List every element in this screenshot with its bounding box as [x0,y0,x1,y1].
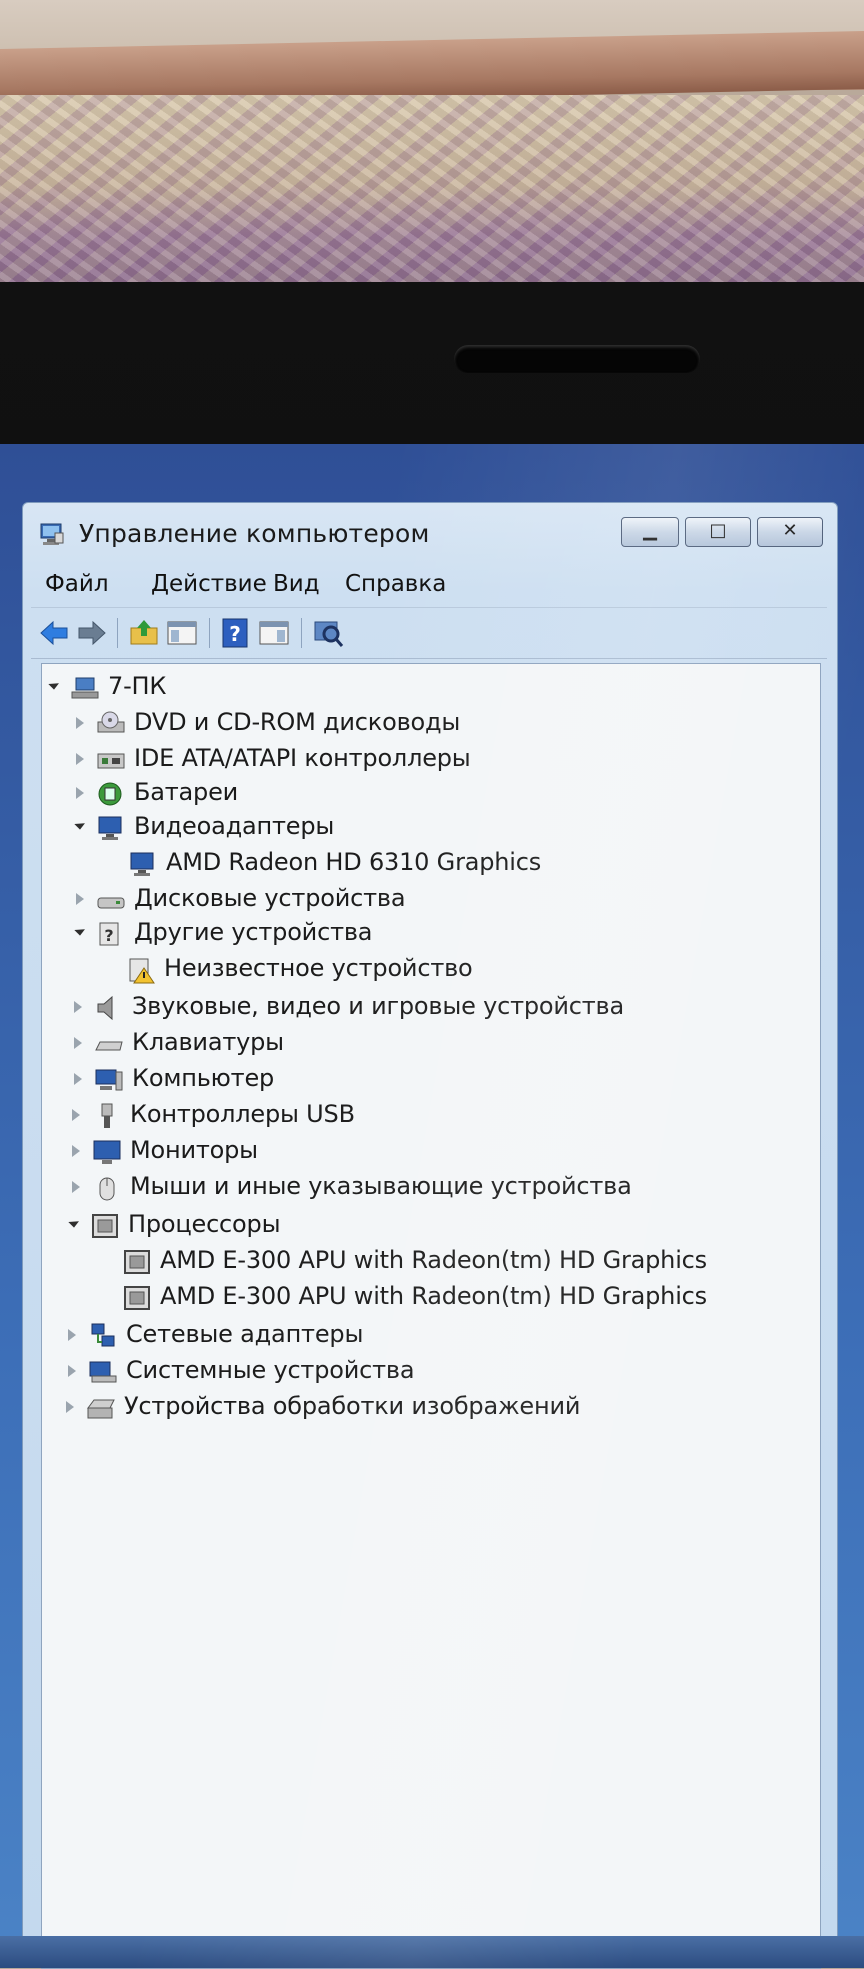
computer-management-window: Управление компьютером ▁ □ ✕ Файл Действ… [22,502,838,1969]
disk-drive-icon [97,897,125,909]
expand-arrow-icon[interactable] [72,1109,80,1121]
imaging-device-icon [87,1399,115,1419]
scan-hardware-icon[interactable] [311,616,345,650]
maximize-button[interactable]: □ [685,517,751,547]
expand-arrow-icon[interactable] [74,1001,82,1013]
expand-arrow-icon[interactable] [68,1365,76,1377]
svg-text:?: ? [104,926,113,945]
tree-root-label: 7-ПК [108,672,167,700]
expand-arrow-icon[interactable] [72,1181,80,1193]
action-pane-icon[interactable] [257,616,291,650]
expand-arrow-icon[interactable] [66,1401,74,1413]
tree-node-label: Контроллеры USB [130,1100,355,1128]
tree-node-label: Мониторы [130,1136,258,1164]
tree-node-label: AMD E-300 APU with Radeon(tm) HD Graphic… [160,1282,707,1310]
expand-arrow-icon[interactable] [76,893,84,905]
taskbar[interactable] [0,1936,864,1968]
svg-text:?: ? [229,622,241,646]
processor-icon [92,1214,118,1238]
warning-device-icon [129,958,155,984]
up-folder-icon[interactable] [127,616,161,650]
title-bar[interactable]: Управление компьютером ▁ □ ✕ [23,503,837,561]
usb-icon [101,1103,113,1128]
help-icon[interactable]: ? [219,616,253,650]
system-device-icon [89,1361,117,1383]
expand-arrow-icon[interactable] [68,1329,76,1341]
bezel-speaker-grille [454,345,700,373]
expand-arrow-icon[interactable] [74,924,86,936]
expand-arrow-icon[interactable] [72,1145,80,1157]
tree-node-label: Другие устройства [134,918,373,946]
tree-node-label: Устройства обработки изображений [124,1392,581,1420]
toolbar: ? [31,607,827,659]
network-adapter-icon [91,1323,115,1347]
tree-node-label: Видеоадаптеры [134,812,335,840]
display-adapter-icon [130,852,154,876]
tree-node-label: Дисковые устройства [134,884,406,912]
tree-node-label: Мыши и иные указывающие устройства [130,1172,632,1200]
keyboard-icon [95,1041,123,1051]
computer-network-icon [71,677,99,699]
menu-action[interactable]: Действие [151,571,267,597]
tree-node-label: Неизвестное устройство [164,954,473,982]
tree-node-label: AMD E-300 APU with Radeon(tm) HD Graphic… [160,1246,707,1274]
menu-view[interactable]: Вид [273,571,320,597]
expand-arrow-icon[interactable] [74,1073,82,1085]
mouse-icon [99,1177,115,1201]
computer-management-icon [40,523,64,545]
toolbar-separator [209,618,210,648]
expand-arrow-icon[interactable] [76,717,84,729]
back-arrow-icon[interactable] [37,616,71,650]
computer-icon [95,1069,123,1091]
tree-node-label: Сетевые адаптеры [126,1320,364,1348]
dvd-drive-icon [97,711,125,733]
expand-arrow-icon[interactable] [68,1216,80,1228]
battery-icon [98,782,122,806]
expand-arrow-icon[interactable] [76,753,84,765]
window-title: Управление компьютером [79,519,430,548]
tree-node-label: Батареи [134,778,239,806]
tree-node-label: Процессоры [128,1210,281,1238]
tree-node-label: DVD и CD-ROM дисководы [134,708,461,736]
close-button[interactable]: ✕ [757,517,823,547]
tree-node-label: Системные устройства [126,1356,415,1384]
tree-node-label: Звуковые, видео и игровые устройства [132,992,625,1020]
background-rug [0,95,864,295]
unknown-device-icon: ? [99,922,119,946]
ide-controller-icon [97,753,125,769]
menu-help[interactable]: Справка [345,571,446,597]
forward-arrow-icon[interactable] [75,616,109,650]
show-hide-tree-icon[interactable] [165,616,199,650]
toolbar-separator [117,618,118,648]
tree-node-label: AMD Radeon HD 6310 Graphics [166,848,542,876]
processor-icon [124,1286,150,1310]
display-adapter-icon [98,816,122,840]
device-tree[interactable]: 7-ПК DVD и CD-ROM дисководы IDE ATA/ATAP… [41,663,821,1969]
expand-arrow-icon[interactable] [48,678,60,690]
expand-arrow-icon[interactable] [74,818,86,830]
tree-node-label: IDE ATA/ATAPI контроллеры [134,744,471,772]
tree-node-label: Компьютер [132,1064,275,1092]
expand-arrow-icon[interactable] [76,787,84,799]
menu-file[interactable]: Файл [45,571,109,597]
processor-icon [124,1250,150,1274]
tree-node-label: Клавиатуры [132,1028,284,1056]
expand-arrow-icon[interactable] [74,1037,82,1049]
toolbar-separator [301,618,302,648]
monitor-icon [93,1140,121,1164]
speaker-icon [97,995,113,1021]
minimize-button[interactable]: ▁ [621,517,679,547]
menu-bar: Файл Действие Вид Справка [31,565,827,605]
